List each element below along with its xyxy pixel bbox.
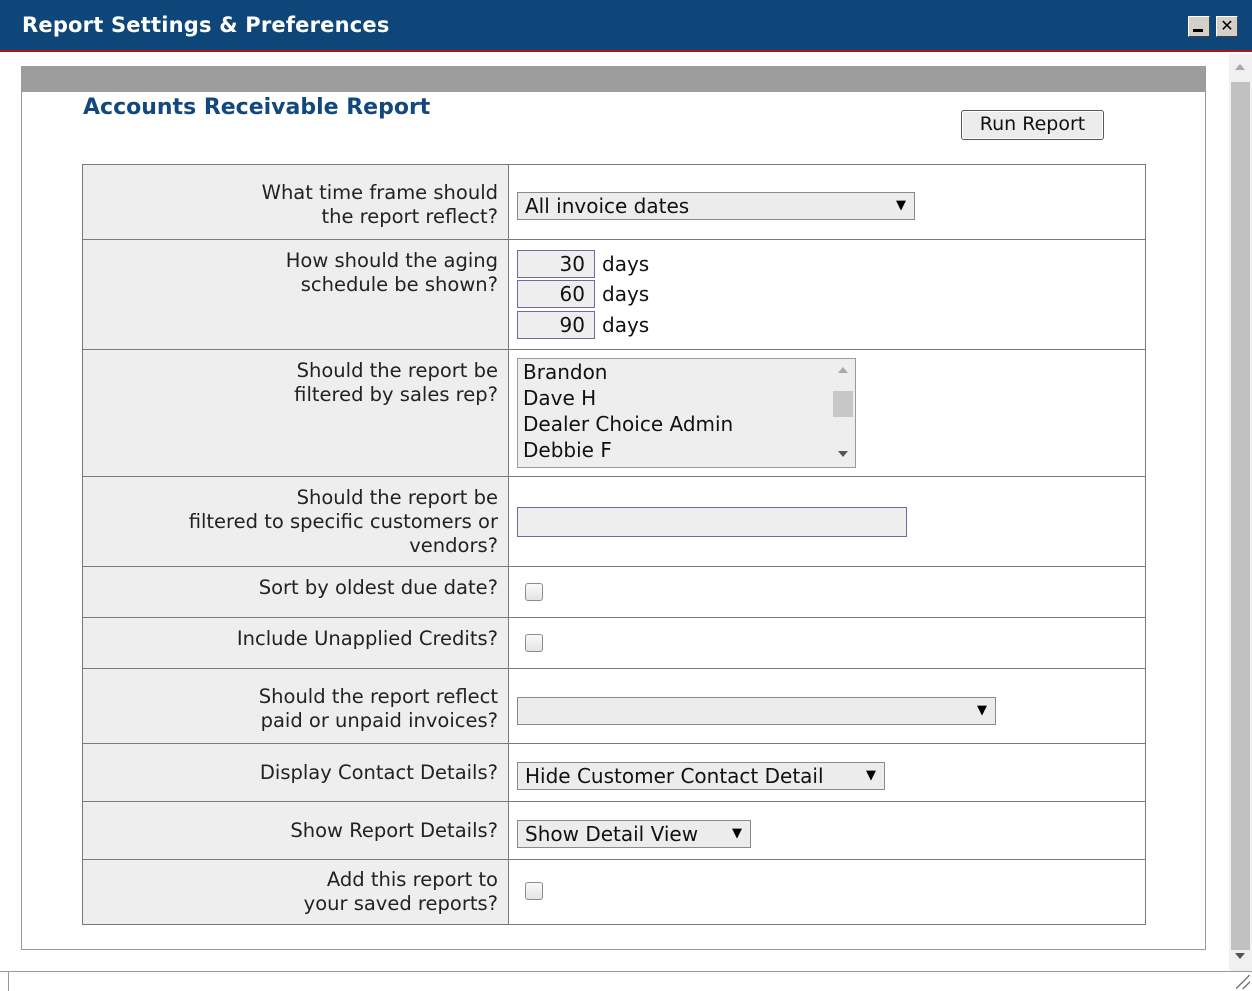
question-customers: Should the report be filtered to specifi…	[82, 476, 509, 567]
question-report-details: Show Report Details?	[82, 801, 509, 860]
question-aging: How should the aging schedule be shown?	[82, 239, 509, 350]
row-sales-rep: Should the report be filtered by sales r…	[82, 349, 1146, 477]
minimize-icon[interactable]	[1188, 16, 1210, 37]
settings-table: What time frame should the report reflec…	[82, 164, 1146, 925]
row-unapplied-credits: Include Unapplied Credits?	[82, 617, 1146, 669]
chevron-down-icon: ▼	[866, 768, 876, 783]
window-titlebar: Report Settings & Preferences ✕	[0, 0, 1252, 52]
report-panel: Accounts Receivable Report Run Report Wh…	[21, 66, 1206, 950]
chevron-down-icon: ▼	[977, 703, 987, 718]
aging-days-input[interactable]: 30	[517, 250, 595, 278]
row-sort-oldest: Sort by oldest due date?	[82, 566, 1146, 618]
save-report-checkbox[interactable]	[525, 882, 543, 900]
aging-days-input[interactable]: 60	[517, 280, 595, 308]
sales-rep-listbox[interactable]: Brandon Dave H Dealer Choice Admin Debbi…	[517, 358, 856, 468]
close-icon[interactable]: ✕	[1216, 16, 1238, 37]
paid-unpaid-select[interactable]: ▼	[517, 697, 996, 725]
report-details-select[interactable]: Show Detail View ▼	[517, 820, 751, 848]
resize-grip-icon[interactable]	[1236, 975, 1250, 989]
window-edge	[8, 971, 9, 991]
customer-vendor-input[interactable]	[517, 507, 907, 537]
window-scrollbar[interactable]	[1229, 54, 1252, 971]
chevron-down-icon: ▼	[732, 826, 742, 841]
question-sort-oldest: Sort by oldest due date?	[82, 566, 509, 618]
scroll-up-icon[interactable]	[838, 367, 848, 373]
aging-days-input[interactable]: 90	[517, 311, 595, 339]
row-aging: How should the aging schedule be shown? …	[82, 239, 1146, 350]
run-report-button[interactable]: Run Report	[961, 110, 1104, 140]
row-contact-details: Display Contact Details? Hide Customer C…	[82, 743, 1146, 802]
row-paid-unpaid: Should the report reflect paid or unpaid…	[82, 668, 1146, 744]
question-unapplied-credits: Include Unapplied Credits?	[82, 617, 509, 669]
listbox-scrollbar[interactable]	[831, 359, 855, 467]
scroll-down-icon[interactable]	[838, 451, 848, 457]
scroll-thumb[interactable]	[1231, 82, 1250, 950]
unapplied-credits-checkbox[interactable]	[525, 634, 543, 652]
row-customers: Should the report be filtered to specifi…	[82, 476, 1146, 567]
row-time-frame: What time frame should the report reflec…	[82, 164, 1146, 240]
scroll-thumb[interactable]	[833, 391, 853, 417]
question-paid-unpaid: Should the report reflect paid or unpaid…	[82, 668, 509, 744]
question-contact-details: Display Contact Details?	[82, 743, 509, 802]
window-status-bar	[0, 971, 1252, 991]
question-save-report: Add this report to your saved reports?	[82, 859, 509, 925]
list-item[interactable]: Dave H	[523, 385, 596, 411]
scroll-up-icon[interactable]	[1235, 64, 1245, 70]
report-title: Accounts Receivable Report	[83, 95, 431, 120]
contact-details-select[interactable]: Hide Customer Contact Detail ▼	[517, 762, 885, 790]
question-sales-rep: Should the report be filtered by sales r…	[82, 349, 509, 477]
list-item[interactable]: Brandon	[523, 359, 607, 385]
content-area: Accounts Receivable Report Run Report Wh…	[0, 54, 1229, 971]
panel-header-band	[22, 67, 1205, 92]
row-report-details: Show Report Details? Show Detail View ▼	[82, 801, 1146, 860]
list-item[interactable]: Debbie F	[523, 437, 612, 463]
sort-oldest-checkbox[interactable]	[525, 583, 543, 601]
time-frame-select[interactable]: All invoice dates ▼	[517, 192, 915, 220]
chevron-down-icon: ▼	[896, 198, 906, 213]
question-time-frame: What time frame should the report reflec…	[82, 164, 509, 240]
row-save-report: Add this report to your saved reports?	[82, 859, 1146, 925]
scroll-down-icon[interactable]	[1235, 953, 1245, 959]
window-title: Report Settings & Preferences	[22, 13, 390, 37]
list-item[interactable]: Dealer Choice Admin	[523, 411, 733, 437]
